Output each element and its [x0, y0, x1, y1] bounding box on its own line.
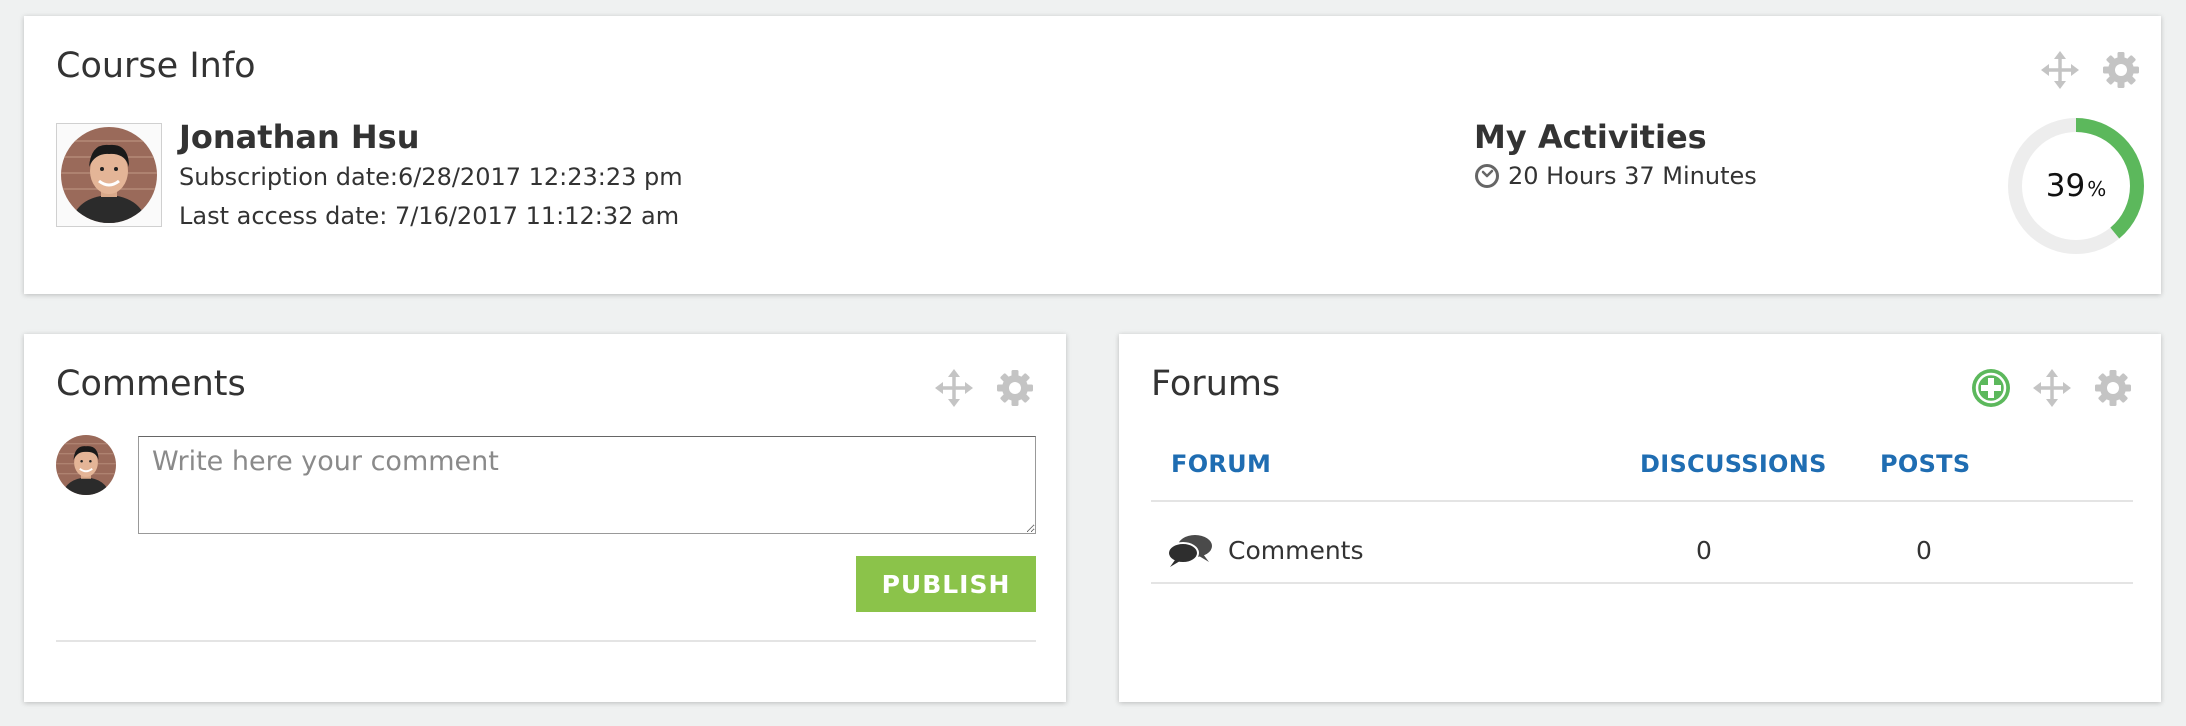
table-row-divider [1151, 582, 2133, 584]
course-info-panel: Course Info Jonathan Hsu Subscription da… [24, 16, 2161, 294]
column-header-forum[interactable]: FORUM [1171, 450, 1271, 478]
posts-count: 0 [1916, 536, 1932, 565]
chat-bubbles-icon [1167, 535, 1212, 567]
comments-divider [56, 640, 1036, 642]
subscription-date: Subscription date:6/28/2017 12:23:23 pm [179, 163, 683, 191]
plus-circle-icon[interactable] [1971, 368, 2011, 408]
course-info-title: Course Info [56, 46, 256, 86]
move-icon[interactable] [2040, 50, 2080, 90]
my-activities-title: My Activities [1474, 118, 1707, 156]
last-access-date: Last access date: 7/16/2017 11:12:32 am [179, 202, 680, 230]
gear-icon[interactable] [2093, 368, 2133, 408]
user-name: Jonathan Hsu [179, 118, 420, 156]
progress-percent-sign: % [2087, 177, 2107, 201]
user-avatar [56, 123, 162, 227]
comment-input[interactable] [138, 436, 1036, 534]
column-header-discussions[interactable]: DISCUSSIONS [1640, 450, 1827, 478]
course-info-tools [2040, 50, 2141, 90]
forum-name-link[interactable]: Comments [1228, 536, 1364, 565]
comments-title: Comments [56, 364, 246, 404]
gear-icon[interactable] [995, 368, 1035, 408]
comment-avatar [56, 435, 116, 495]
forums-title: Forums [1151, 364, 1281, 404]
comments-panel: Comments Write here your comment PUBLISH [24, 334, 1066, 702]
progress-value: 39 [2045, 168, 2086, 204]
move-icon[interactable] [934, 368, 974, 408]
forums-panel: Forums FORUM DISCUSSIONS POSTS Comments … [1119, 334, 2161, 702]
discussions-count: 0 [1696, 536, 1712, 565]
time-spent-value: 20 Hours 37 Minutes [1508, 162, 1757, 190]
move-icon[interactable] [2032, 368, 2072, 408]
table-header-divider [1151, 500, 2133, 502]
clock-icon [1475, 164, 1499, 188]
time-spent: 20 Hours 37 Minutes [1474, 162, 1757, 190]
column-header-posts[interactable]: POSTS [1880, 450, 1970, 478]
publish-button[interactable]: PUBLISH [856, 556, 1036, 612]
progress-label: 39% [2006, 116, 2146, 256]
user-photo [61, 127, 157, 223]
comments-tools [934, 368, 1035, 408]
forums-tools [1971, 368, 2133, 408]
gear-icon[interactable] [2101, 50, 2141, 90]
